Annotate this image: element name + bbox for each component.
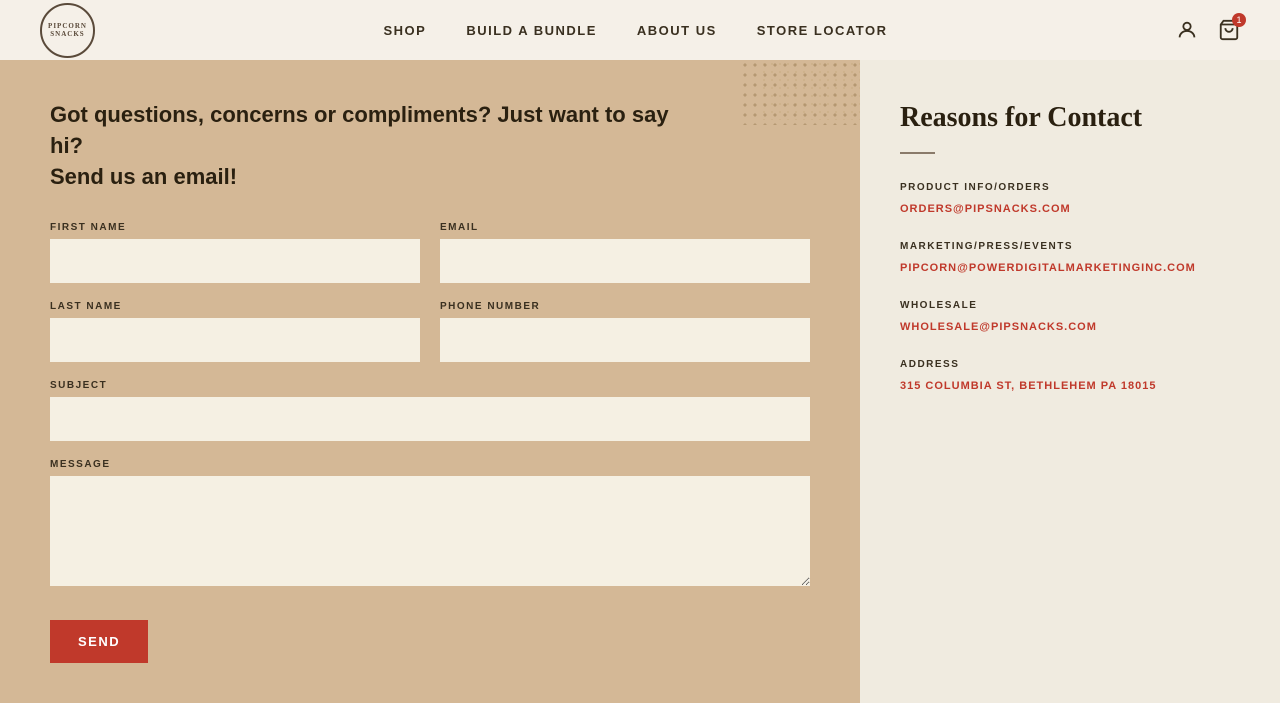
page-wrapper: Got questions, concerns or compliments? … [0,60,1280,703]
logo[interactable]: PIPCORNSNACKS [40,3,95,58]
account-icon [1176,19,1198,41]
reason-email[interactable]: 315 COLUMBIA ST, BETHLEHEM PA 18015 [900,380,1156,392]
phone-label: PHONE NUMBER [440,301,810,312]
logo-circle: PIPCORNSNACKS [40,3,95,58]
reason-item: MARKETING/PRESS/EVENTS PIPCORN@POWERDIGIT… [900,241,1240,276]
contact-section: Got questions, concerns or compliments? … [0,60,860,703]
reason-email[interactable]: WHOLESALE@PIPSNACKS.COM [900,321,1097,333]
email-group: EMAIL [440,222,810,283]
header-icons: 1 [1176,19,1240,41]
form-row-2: LAST NAME PHONE NUMBER [50,301,810,362]
phone-group: PHONE NUMBER [440,301,810,362]
reason-item: WHOLESALE WHOLESALE@PIPSNACKS.COM [900,300,1240,335]
contact-heading: Got questions, concerns or compliments? … [50,100,700,192]
form-row-3: SUBJECT [50,380,810,441]
nav-bundle[interactable]: BUILD A BUNDLE [466,23,597,38]
reason-item: ADDRESS 315 COLUMBIA ST, BETHLEHEM PA 180… [900,359,1240,394]
nav-locator[interactable]: STORE LOCATOR [757,23,888,38]
email-label: EMAIL [440,222,810,233]
phone-input[interactable] [440,318,810,362]
reason-email[interactable]: PIPCORN@POWERDIGITALMARKETINGINC.COM [900,262,1196,274]
form-row-1: FIRST NAME EMAIL [50,222,810,283]
reasons-section: Reasons for Contact PRODUCT INFO/ORDERS O… [860,60,1280,703]
main-nav: SHOP BUILD A BUNDLE ABOUT US STORE LOCAT… [384,23,888,38]
reason-email[interactable]: ORDERS@PIPSNACKS.COM [900,203,1071,215]
reason-category: ADDRESS [900,359,1240,370]
last-name-input[interactable] [50,318,420,362]
last-name-group: LAST NAME [50,301,420,362]
last-name-label: LAST NAME [50,301,420,312]
subject-group: SUBJECT [50,380,810,441]
form-row-4: MESSAGE [50,459,810,586]
message-group: MESSAGE [50,459,810,586]
first-name-label: FIRST NAME [50,222,420,233]
cart-badge: 1 [1232,13,1246,27]
subject-input[interactable] [50,397,810,441]
send-button[interactable]: SEND [50,620,148,663]
nav-shop[interactable]: SHOP [384,23,427,38]
reason-category: PRODUCT INFO/ORDERS [900,182,1240,193]
subject-label: SUBJECT [50,380,810,391]
cart-button[interactable]: 1 [1218,19,1240,41]
message-label: MESSAGE [50,459,810,470]
nav-about[interactable]: ABOUT US [637,23,717,38]
logo-text: PIPCORNSNACKS [48,22,87,39]
reason-category: MARKETING/PRESS/EVENTS [900,241,1240,252]
reasons-divider [900,152,935,154]
contact-form: FIRST NAME EMAIL LAST NAME PHON [50,222,810,663]
site-header: PIPCORNSNACKS SHOP BUILD A BUNDLE ABOUT … [0,0,1280,60]
account-button[interactable] [1176,19,1198,41]
message-input[interactable] [50,476,810,586]
first-name-input[interactable] [50,239,420,283]
email-input[interactable] [440,239,810,283]
reason-item: PRODUCT INFO/ORDERS ORDERS@PIPSNACKS.COM [900,182,1240,217]
reasons-list: PRODUCT INFO/ORDERS ORDERS@PIPSNACKS.COM M… [900,182,1240,394]
reasons-heading: Reasons for Contact [900,100,1240,136]
first-name-group: FIRST NAME [50,222,420,283]
reason-category: WHOLESALE [900,300,1240,311]
dot-pattern-top [740,60,860,125]
